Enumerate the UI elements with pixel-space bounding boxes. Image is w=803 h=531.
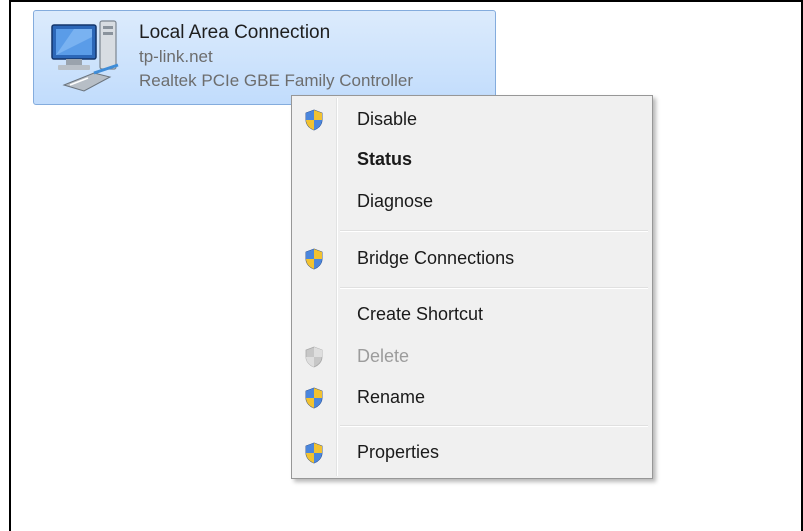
- menu-item-label: Bridge Connections: [357, 247, 515, 268]
- connection-network: tp-link.net: [139, 47, 213, 66]
- menu-item-label: Disable: [357, 108, 418, 129]
- uac-shield-icon: [305, 109, 323, 131]
- menu-item-label: Delete: [357, 345, 410, 366]
- menu-item-rename[interactable]: Rename: [294, 378, 650, 416]
- menu-item-delete: Delete: [294, 337, 650, 375]
- menu-item-label: Create Shortcut: [357, 303, 484, 324]
- menu-item-create-shortcut[interactable]: Create Shortcut: [294, 295, 650, 333]
- menu-item-status[interactable]: Status: [294, 140, 650, 178]
- menu-item-diagnose[interactable]: Diagnose: [294, 182, 650, 220]
- uac-shield-icon: [305, 387, 323, 409]
- menu-item-bridge-connections[interactable]: Bridge Connections: [294, 239, 650, 277]
- uac-shield-disabled-icon: [305, 346, 323, 368]
- menu-item-label: Rename: [357, 386, 426, 407]
- network-computer-icon: [51, 20, 119, 92]
- menu-item-label: Status: [357, 148, 413, 169]
- menu-separator: [340, 425, 648, 427]
- context-menu: Disable Status Diagnose Bridge Connectio…: [291, 95, 653, 479]
- menu-separator: [340, 287, 648, 289]
- connection-name: Local Area Connection: [139, 22, 331, 43]
- menu-item-properties[interactable]: Properties: [294, 433, 650, 471]
- menu-item-disable[interactable]: Disable: [294, 100, 650, 138]
- connection-tile-local-area[interactable]: Local Area Connection tp-link.net Realte…: [33, 10, 496, 105]
- connection-adapter: Realtek PCIe GBE Family Controller: [139, 71, 413, 90]
- menu-separator: [340, 230, 648, 232]
- menu-item-label: Properties: [357, 441, 440, 462]
- window-content-pane: Local Area Connection tp-link.net Realte…: [9, 0, 803, 531]
- uac-shield-icon: [305, 442, 323, 464]
- uac-shield-icon: [305, 248, 323, 270]
- menu-item-label: Diagnose: [357, 190, 434, 211]
